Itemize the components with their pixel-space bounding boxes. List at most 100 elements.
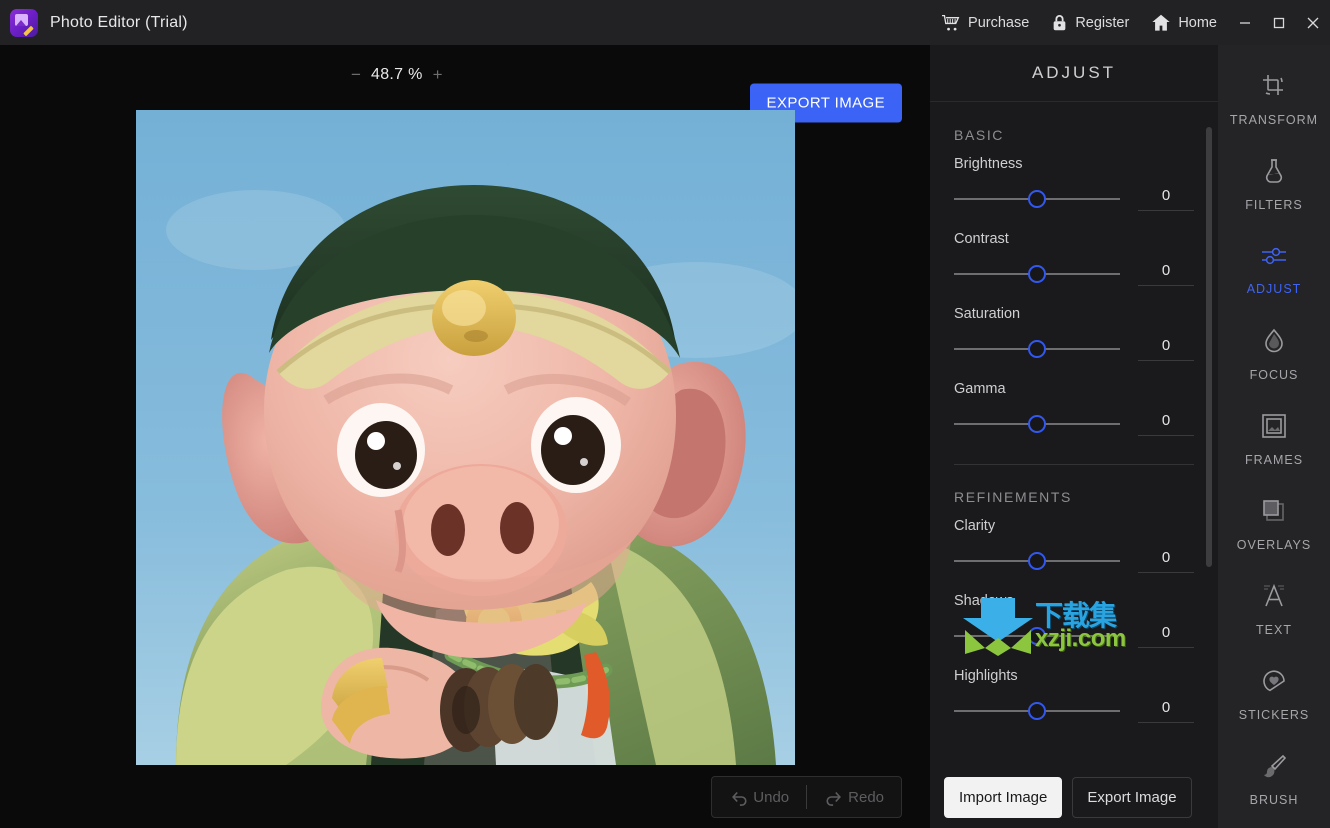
app-icon-pencil-glyph [23, 25, 34, 36]
home-button[interactable]: Home [1140, 0, 1228, 45]
slider-knob-gamma[interactable] [1028, 415, 1046, 433]
import-image-button[interactable]: Import Image [944, 777, 1062, 818]
adjust-panel-scrollbar[interactable] [1206, 127, 1212, 567]
zoom-out-button[interactable]: − [350, 65, 362, 85]
zoom-toolbar: − 48.7 % + EXPORT IMAGE [0, 45, 930, 104]
tool-label-text: TEXT [1256, 623, 1292, 637]
section-divider [954, 464, 1194, 465]
slider-gamma: Gamma 0 [954, 381, 1194, 436]
tool-frames[interactable]: FRAMES [1218, 397, 1330, 482]
slider-track-shadows[interactable] [954, 627, 1120, 645]
layers-square-icon [1261, 498, 1287, 529]
slider-value-wrap-saturation[interactable]: 0 [1138, 337, 1194, 361]
tool-label-focus: FOCUS [1250, 368, 1299, 382]
register-button[interactable]: Register [1040, 0, 1140, 45]
adjust-panel-footer: Import Image Export Image [930, 766, 1218, 828]
slider-clarity: Clarity 0 [954, 518, 1194, 573]
slider-label-highlights: Highlights [954, 668, 1194, 684]
slider-contrast: Contrast 0 [954, 231, 1194, 286]
undo-button[interactable]: Undo [712, 777, 806, 817]
slider-value-shadows: 0 [1162, 624, 1170, 641]
minimize-icon[interactable] [1228, 0, 1262, 45]
slider-value-wrap-shadows[interactable]: 0 [1138, 624, 1194, 648]
slider-knob-contrast[interactable] [1028, 265, 1046, 283]
frame-picture-icon [1261, 413, 1287, 444]
purchase-label: Purchase [968, 15, 1029, 31]
photo-editor-app-icon [10, 9, 38, 37]
slider-label-brightness: Brightness [954, 156, 1194, 172]
slider-track-gamma[interactable] [954, 415, 1120, 433]
title-bar: Photo Editor (Trial) Purchase [0, 0, 1330, 45]
slider-value-saturation: 0 [1162, 337, 1170, 354]
droplet-focus-icon [1262, 328, 1286, 359]
tool-stickers[interactable]: STICKERS [1218, 652, 1330, 737]
slider-value-contrast: 0 [1162, 262, 1170, 279]
tool-focus[interactable]: FOCUS [1218, 312, 1330, 397]
tool-label-overlays: OVERLAYS [1237, 538, 1311, 552]
shopping-cart-icon [941, 14, 961, 32]
slider-knob-brightness[interactable] [1028, 190, 1046, 208]
tool-brush[interactable]: BRUSH [1218, 737, 1330, 822]
tool-overlays[interactable]: OVERLAYS [1218, 482, 1330, 567]
slider-knob-shadows[interactable] [1028, 627, 1046, 645]
flask-filter-icon [1262, 158, 1286, 189]
redo-button[interactable]: Redo [807, 777, 901, 817]
group-heading-basic: BASIC [954, 127, 1194, 143]
zoom-level-value: 48.7 % [371, 66, 423, 84]
zoom-in-button[interactable]: + [432, 65, 444, 85]
tool-text[interactable]: TEXT [1218, 567, 1330, 652]
lock-icon [1051, 14, 1068, 32]
slider-track-clarity[interactable] [954, 552, 1120, 570]
home-icon [1151, 13, 1171, 32]
text-letter-a-icon [1261, 583, 1287, 614]
redo-arrow-icon [824, 788, 844, 806]
app-icon-photo-glyph [15, 14, 28, 26]
slider-knob-highlights[interactable] [1028, 702, 1046, 720]
adjust-panel: ADJUST BASIC Brightness 0 Contrast [930, 45, 1218, 828]
slider-value-highlights: 0 [1162, 699, 1170, 716]
slider-label-gamma: Gamma [954, 381, 1194, 397]
slider-value-wrap-brightness[interactable]: 0 [1138, 187, 1194, 211]
slider-track-highlights[interactable] [954, 702, 1120, 720]
slider-highlights: Highlights 0 [954, 668, 1194, 723]
export-image-button[interactable]: Export Image [1072, 777, 1191, 818]
slider-track-brightness[interactable] [954, 190, 1120, 208]
slider-value-clarity: 0 [1162, 549, 1170, 566]
slider-track-saturation[interactable] [954, 340, 1120, 358]
slider-label-contrast: Contrast [954, 231, 1194, 247]
tool-transform[interactable]: TRANSFORM [1218, 57, 1330, 142]
tool-rail: TRANSFORM FILTERS ADJUST [1218, 45, 1330, 828]
tool-label-frames: FRAMES [1245, 453, 1303, 467]
slider-value-wrap-clarity[interactable]: 0 [1138, 549, 1194, 573]
tool-label-transform: TRANSFORM [1230, 113, 1318, 127]
slider-label-clarity: Clarity [954, 518, 1194, 534]
slider-track-contrast[interactable] [954, 265, 1120, 283]
register-label: Register [1075, 15, 1129, 31]
tool-label-stickers: STICKERS [1239, 708, 1310, 722]
canvas-area: − 48.7 % + EXPORT IMAGE [0, 45, 930, 828]
slider-brightness: Brightness 0 [954, 156, 1194, 211]
adjust-panel-title: ADJUST [930, 45, 1218, 102]
tool-adjust[interactable]: ADJUST [1218, 227, 1330, 312]
slider-value-wrap-contrast[interactable]: 0 [1138, 262, 1194, 286]
photo-editor-window: Photo Editor (Trial) Purchase [0, 0, 1330, 828]
image-canvas[interactable] [136, 110, 795, 765]
maximize-icon[interactable] [1262, 0, 1296, 45]
tool-label-brush: BRUSH [1250, 793, 1299, 807]
history-controls: Undo Redo [711, 776, 902, 818]
slider-knob-saturation[interactable] [1028, 340, 1046, 358]
slider-value-gamma: 0 [1162, 412, 1170, 429]
slider-value-wrap-gamma[interactable]: 0 [1138, 412, 1194, 436]
slider-knob-clarity[interactable] [1028, 552, 1046, 570]
app-title: Photo Editor (Trial) [50, 14, 188, 32]
purchase-button[interactable]: Purchase [930, 0, 1040, 45]
close-icon[interactable] [1296, 0, 1330, 45]
slider-saturation: Saturation 0 [954, 306, 1194, 361]
zoom-control-group: − 48.7 % + [350, 65, 444, 85]
titlebar-actions: Purchase Register Home [930, 0, 1330, 45]
redo-label: Redo [848, 789, 884, 806]
group-heading-refinements: REFINEMENTS [954, 489, 1194, 505]
tool-filters[interactable]: FILTERS [1218, 142, 1330, 227]
slider-value-wrap-highlights[interactable]: 0 [1138, 699, 1194, 723]
undo-label: Undo [753, 789, 789, 806]
